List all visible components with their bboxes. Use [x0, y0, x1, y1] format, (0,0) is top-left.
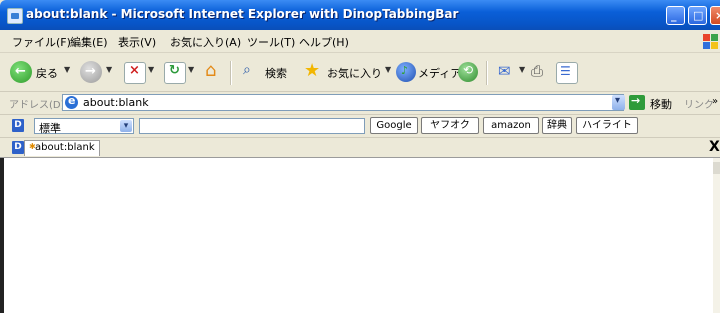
search-toolbar: D 標準 ▾ Google ヤフオク amazon 辞典 ハイライト	[0, 115, 720, 138]
minimize-button[interactable]: _	[666, 6, 685, 25]
history-icon: ⟲	[463, 63, 474, 77]
media-icon: ♪	[401, 64, 409, 77]
amazon-button[interactable]: amazon	[483, 117, 539, 134]
ie-app-icon	[7, 8, 23, 24]
go-arrow-icon[interactable]	[629, 94, 645, 110]
back-dropdown-icon[interactable]: ▼	[64, 65, 70, 74]
edit-button[interactable]: ☰	[556, 62, 578, 84]
refresh-dropdown-icon[interactable]: ▼	[188, 65, 194, 74]
back-label: 戻る	[36, 67, 58, 80]
engine-select[interactable]: 標準 ▾	[34, 118, 134, 135]
standard-toolbar: ← 戻る ▼ → ▼ × ▼ ↻ ▼ ⌂ ⌕ 検索 ★ お気に入り ▼ ♪ メデ…	[0, 53, 720, 92]
address-label: アドレス(D)	[9, 100, 65, 111]
menu-favorites[interactable]: お気に入り(A)	[170, 34, 241, 50]
stop-dropdown-icon[interactable]: ▼	[148, 65, 154, 74]
mail-dropdown-icon[interactable]: ▼	[519, 65, 525, 74]
edit-page-icon: ☰	[560, 64, 571, 78]
toolbar-separator	[230, 61, 232, 85]
engine-select-value: 標準	[39, 122, 61, 135]
maximize-icon: □	[693, 9, 704, 22]
search-input[interactable]	[139, 118, 365, 134]
media-button[interactable]: ♪	[396, 62, 416, 82]
tab-label: about:blank	[35, 142, 95, 153]
search-icon: ⌕	[243, 62, 251, 78]
close-button[interactable]: ×	[710, 6, 720, 25]
tab-about-blank[interactable]: ✱ about:blank	[24, 140, 100, 156]
chevron-down-icon: ▾	[120, 120, 132, 132]
maximize-button[interactable]: □	[688, 6, 707, 25]
menu-help[interactable]: ヘルプ(H)	[299, 34, 349, 50]
address-value: about:blank	[83, 96, 149, 109]
favorites-star-icon: ★	[304, 60, 321, 81]
browser-window: about:blank - Microsoft Internet Explore…	[0, 0, 720, 313]
search-button[interactable]: ⌕	[241, 62, 261, 82]
menu-edit[interactable]: 編集(E)	[70, 34, 108, 50]
back-arrow-icon: ←	[15, 64, 26, 79]
address-bar: アドレス(D) about:blank 移動 リンク »	[0, 92, 720, 115]
window-title: about:blank - Microsoft Internet Explore…	[26, 7, 459, 21]
vertical-scrollbar[interactable]	[713, 158, 720, 313]
dinop-tab-icon[interactable]: D	[12, 141, 24, 154]
mail-icon: ✉	[498, 62, 511, 80]
refresh-icon: ↻	[169, 63, 180, 78]
favorites-label: お気に入り	[327, 67, 382, 80]
tab-bar: D ✱ about:blank X	[0, 138, 720, 158]
forward-dropdown-icon[interactable]: ▼	[106, 65, 112, 74]
stop-icon: ×	[129, 63, 140, 78]
chevron-more-icon[interactable]: »	[712, 96, 718, 107]
print-icon: ⎙	[531, 62, 544, 80]
highlight-button[interactable]: ハイライト	[576, 117, 638, 134]
back-button[interactable]: ←	[10, 61, 32, 83]
menu-view[interactable]: 表示(V)	[118, 34, 156, 50]
google-button[interactable]: Google	[370, 117, 418, 134]
links-label[interactable]: リンク	[684, 96, 714, 111]
dinop-icon[interactable]: D	[12, 119, 24, 132]
media-label: メディア	[418, 67, 462, 80]
page-content[interactable]	[0, 158, 720, 313]
address-input[interactable]: about:blank	[62, 94, 624, 111]
menu-tools[interactable]: ツール(T)	[247, 34, 295, 50]
home-button[interactable]: ⌂	[204, 60, 224, 82]
tab-close-button[interactable]: X	[709, 139, 720, 155]
close-icon: ×	[715, 9, 720, 22]
toolbar-separator	[486, 61, 488, 85]
print-button[interactable]: ⎙	[530, 62, 550, 82]
stop-button[interactable]: ×	[124, 62, 146, 84]
history-button[interactable]: ⟲	[458, 62, 478, 82]
minimize-icon: _	[671, 9, 677, 22]
mail-button[interactable]: ✉	[497, 62, 517, 82]
address-dropdown-icon[interactable]	[612, 95, 625, 110]
yahoo-auction-button[interactable]: ヤフオク	[421, 117, 479, 134]
home-icon: ⌂	[205, 60, 217, 81]
favorites-button[interactable]: ★	[303, 60, 323, 82]
search-label: 検索	[265, 67, 287, 80]
go-button[interactable]: 移動	[650, 96, 672, 112]
forward-arrow-icon: →	[85, 64, 96, 79]
title-bar[interactable]: about:blank - Microsoft Internet Explore…	[0, 0, 720, 30]
menu-file[interactable]: ファイル(F)	[12, 34, 71, 50]
windows-logo-icon	[700, 31, 720, 51]
menu-bar: ファイル(F) 編集(E) 表示(V) お気に入り(A) ツール(T) ヘルプ(…	[0, 30, 720, 53]
dictionary-button[interactable]: 辞典	[542, 117, 572, 134]
refresh-button[interactable]: ↻	[164, 62, 186, 84]
ie-page-icon	[65, 94, 78, 109]
forward-button[interactable]: →	[80, 61, 102, 83]
favorites-dropdown-icon[interactable]: ▼	[385, 65, 391, 74]
